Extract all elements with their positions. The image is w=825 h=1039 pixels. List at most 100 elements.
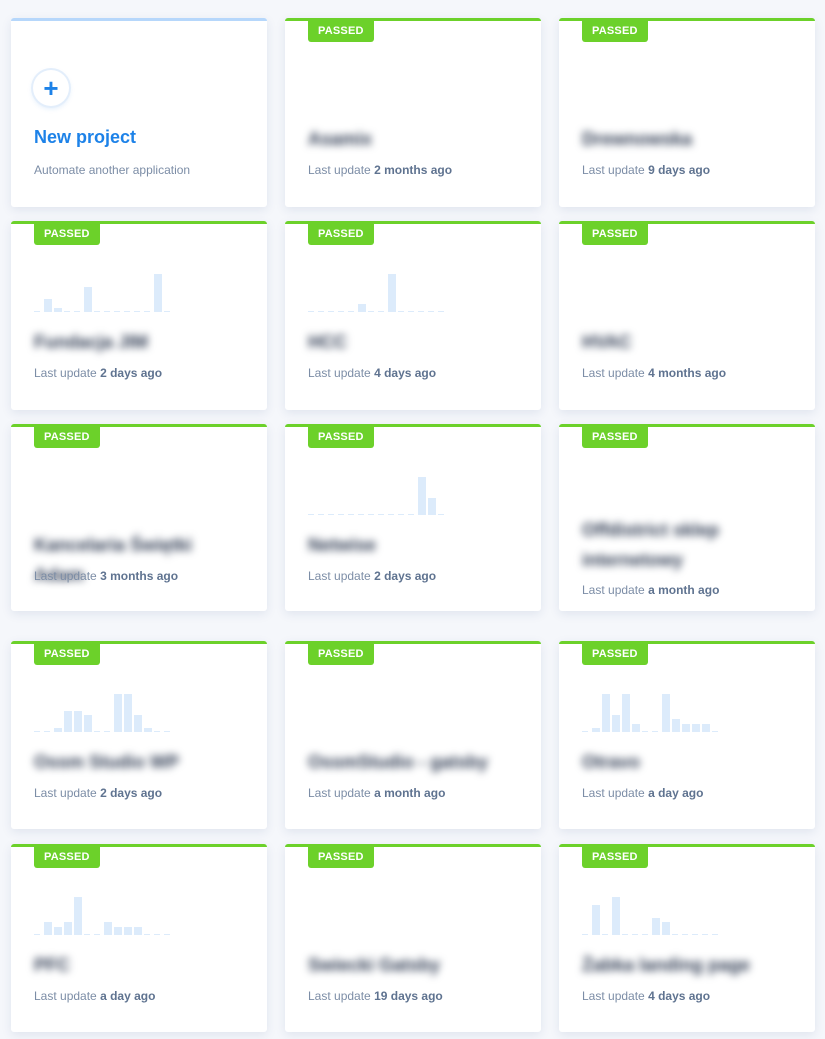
activity-baseline	[348, 311, 354, 312]
last-update-value: a month ago	[648, 583, 720, 597]
project-card[interactable]: PASSED PFC Last update a day ago	[11, 844, 267, 1032]
activity-bar	[134, 927, 142, 935]
project-card[interactable]: PASSED Fundacja JIM Last update 2 days ago	[11, 221, 267, 410]
project-name[interactable]: Drewnowska	[582, 124, 782, 154]
activity-bar	[104, 922, 112, 935]
project-name[interactable]: Otravo	[582, 747, 782, 777]
last-update-label: Last update	[34, 366, 97, 380]
activity-baseline	[702, 934, 708, 935]
activity-baseline	[712, 731, 718, 732]
activity-bar	[44, 299, 52, 312]
project-card[interactable]: PASSED OssmStudio - gatsby Last update a m…	[285, 641, 541, 829]
activity-baseline	[622, 934, 628, 935]
project-name[interactable]: Żabka landing page	[582, 950, 782, 980]
activity-baseline	[368, 514, 374, 515]
project-name[interactable]: Netwise	[308, 530, 508, 560]
project-card[interactable]: PASSED HCC Last update 4 days ago	[285, 221, 541, 410]
status-badge: PASSED	[582, 847, 648, 868]
last-update-value: 19 days ago	[374, 989, 443, 1003]
last-update: Last update 2 days ago	[308, 569, 436, 583]
last-update: Last update 2 days ago	[34, 786, 162, 800]
project-card[interactable]: PASSED Swiecki Gatsby Last update 19 days …	[285, 844, 541, 1032]
activity-bar	[44, 922, 52, 935]
last-update-value: a day ago	[100, 989, 156, 1003]
activity-baseline	[164, 934, 170, 935]
activity-chart	[34, 272, 174, 312]
activity-baseline	[582, 934, 588, 935]
new-project-title[interactable]: New project	[34, 127, 136, 148]
activity-bar	[612, 715, 620, 732]
last-update-label: Last update	[582, 786, 645, 800]
activity-baseline	[348, 514, 354, 515]
status-badge: PASSED	[582, 224, 648, 245]
activity-bar	[682, 724, 690, 732]
activity-baseline	[308, 311, 314, 312]
project-name[interactable]: Swiecki Gatsby	[308, 950, 508, 980]
project-name[interactable]: PFC	[34, 950, 234, 980]
last-update: Last update 2 months ago	[308, 163, 452, 177]
activity-baseline	[164, 731, 170, 732]
activity-baseline	[378, 514, 384, 515]
activity-bar	[154, 274, 162, 312]
project-card[interactable]: PASSED Żabka landing page Last update 4 da…	[559, 844, 815, 1032]
project-card[interactable]: PASSED Offdistrict sklep internetowy Last …	[559, 424, 815, 611]
project-card[interactable]: PASSED Asamix Last update 2 months ago	[285, 18, 541, 207]
activity-chart	[308, 272, 448, 312]
activity-baseline	[104, 311, 110, 312]
last-update-label: Last update	[34, 989, 97, 1003]
activity-baseline	[438, 311, 444, 312]
last-update-value: 4 months ago	[648, 366, 727, 380]
activity-baseline	[154, 934, 160, 935]
status-badge: PASSED	[308, 224, 374, 245]
project-card[interactable]: PASSED Otravo Last update a day ago	[559, 641, 815, 829]
last-update-value: 4 days ago	[648, 989, 711, 1003]
project-name[interactable]: Ossm Studio WP	[34, 747, 234, 777]
project-name[interactable]: HVAC	[582, 327, 782, 357]
project-card[interactable]: PASSED Netwise Last update 2 days ago	[285, 424, 541, 611]
activity-baseline	[34, 934, 40, 935]
last-update-value: 3 months ago	[100, 569, 179, 583]
activity-chart	[582, 692, 722, 732]
activity-bar	[672, 719, 680, 732]
activity-baseline	[632, 934, 638, 935]
project-name[interactable]: Fundacja JIM	[34, 327, 234, 357]
status-badge: PASSED	[34, 847, 100, 868]
activity-baseline	[692, 934, 698, 935]
last-update-value: 9 days ago	[648, 163, 711, 177]
activity-baseline	[582, 731, 588, 732]
activity-bar	[124, 927, 132, 935]
activity-baseline	[338, 311, 344, 312]
status-badge: PASSED	[34, 644, 100, 665]
project-card[interactable]: PASSED Kancelaria Świętki Adam Last update…	[11, 424, 267, 611]
new-project-card[interactable]: + New project Automate another applicati…	[11, 18, 267, 207]
last-update: Last update a month ago	[308, 786, 445, 800]
activity-chart	[34, 895, 174, 935]
activity-bar	[388, 274, 396, 312]
project-card[interactable]: PASSED Drewnowska Last update 9 days ago	[559, 18, 815, 207]
activity-baseline	[418, 311, 424, 312]
last-update: Last update a day ago	[582, 786, 703, 800]
project-card[interactable]: PASSED Ossm Studio WP Last update 2 days a…	[11, 641, 267, 829]
activity-bar	[84, 287, 92, 312]
last-update-value: a month ago	[374, 786, 446, 800]
activity-bar	[612, 897, 620, 935]
project-name[interactable]: OssmStudio - gatsby	[308, 747, 508, 777]
project-name[interactable]: Offdistrict sklep internetowy	[582, 515, 782, 575]
plus-icon[interactable]: +	[33, 70, 69, 106]
status-badge: PASSED	[582, 644, 648, 665]
last-update: Last update 2 days ago	[34, 366, 162, 380]
activity-bar	[592, 905, 600, 935]
activity-bar	[358, 304, 366, 312]
status-badge: PASSED	[308, 847, 374, 868]
project-name[interactable]: Asamix	[308, 124, 508, 154]
last-update-label: Last update	[308, 163, 371, 177]
project-name[interactable]: HCC	[308, 327, 508, 357]
activity-baseline	[328, 514, 334, 515]
activity-bar	[662, 922, 670, 935]
project-card[interactable]: PASSED HVAC Last update 4 months ago	[559, 221, 815, 410]
activity-baseline	[134, 311, 140, 312]
last-update: Last update 19 days ago	[308, 989, 443, 1003]
activity-baseline	[318, 311, 324, 312]
activity-bar	[54, 927, 62, 935]
last-update-label: Last update	[308, 366, 371, 380]
